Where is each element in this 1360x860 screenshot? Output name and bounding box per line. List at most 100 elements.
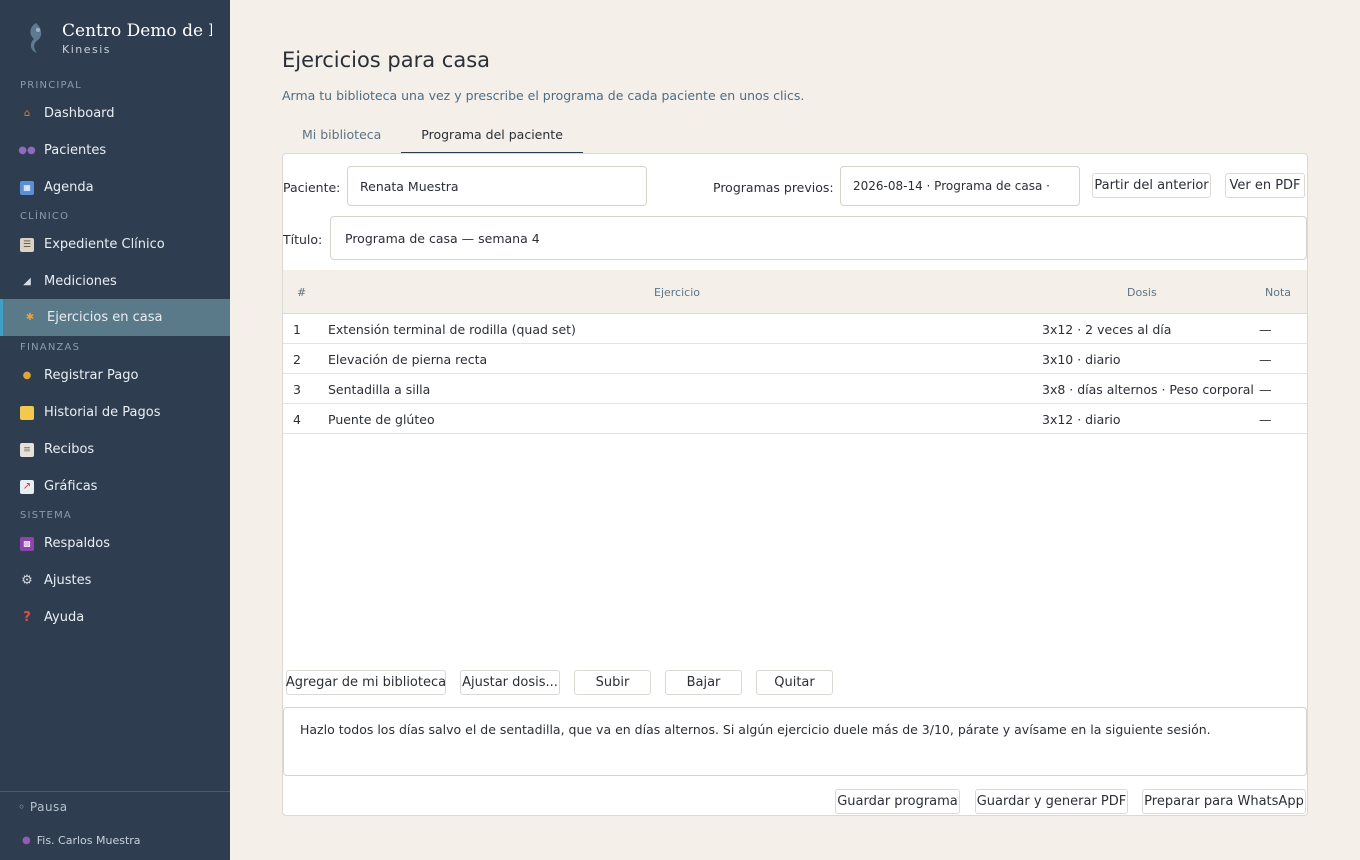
table-row[interactable]: 4 Puente de glúteo 3x12 · diario —	[283, 404, 1307, 434]
brand: Centro Demo de Rehabilitación Kinesis	[20, 20, 212, 56]
sidebar-item-label: Gráficas	[44, 479, 98, 494]
sidebar-item-graficas[interactable]: ↗ Gráficas	[0, 468, 230, 505]
from-previous-button[interactable]: Partir del anterior	[1092, 173, 1211, 198]
row-dose: 3x10 · diario	[1042, 352, 1121, 367]
gear-icon: ⚙	[21, 573, 33, 588]
house-icon: ⌂	[23, 108, 31, 119]
col-dose-header: Dosis	[1127, 286, 1157, 299]
add-from-library-button[interactable]: Agregar de mi biblioteca	[286, 670, 446, 695]
sidebar-item-pacientes[interactable]: ●● Pacientes	[0, 132, 230, 169]
row-dose: 3x12 · diario	[1042, 412, 1121, 427]
sidebar-item-respaldos[interactable]: ▩ Respaldos	[0, 525, 230, 562]
brand-logo-icon	[20, 20, 52, 56]
move-down-button[interactable]: Bajar	[665, 670, 742, 695]
calendar-icon: ▦	[20, 180, 34, 195]
user-icon: ●	[22, 835, 31, 846]
row-exercise: Sentadilla a silla	[328, 382, 431, 397]
sidebar-item-label: Ayuda	[44, 610, 85, 625]
money-bag-icon: ●	[22, 370, 32, 381]
tab-programa-paciente[interactable]: Programa del paciente	[401, 122, 583, 154]
sidebar-item-registrar-pago[interactable]: ● Registrar Pago	[0, 357, 230, 394]
sidebar-item-ajustes[interactable]: ⚙ Ajustes	[0, 562, 230, 599]
row-dose: 3x12 · 2 veces al día	[1042, 322, 1172, 337]
row-exercise: Extensión terminal de rodilla (quad set)	[328, 322, 576, 337]
previous-programs-label: Programas previos:	[713, 180, 834, 195]
row-note: —	[1259, 322, 1272, 337]
row-num: 3	[293, 382, 301, 397]
row-note: —	[1259, 352, 1272, 367]
tab-mi-biblioteca[interactable]: Mi biblioteca	[282, 122, 401, 154]
status-pause[interactable]: ◦ Pausa	[18, 800, 68, 814]
sidebar-item-label: Historial de Pagos	[44, 405, 161, 420]
view-pdf-button[interactable]: Ver en PDF	[1225, 173, 1305, 198]
previous-programs-select[interactable]: 2026-08-14 · Programa de casa ·	[840, 166, 1080, 206]
sidebar-item-ayuda[interactable]: ? Ayuda	[0, 599, 230, 636]
sidebar-item-label: Agenda	[44, 180, 94, 195]
sidebar-item-label: Registrar Pago	[44, 368, 139, 383]
row-num: 4	[293, 412, 301, 427]
nav-section-clinico: CLÍNICO	[20, 211, 70, 222]
table-row[interactable]: 1 Extensión terminal de rodilla (quad se…	[283, 314, 1307, 344]
sidebar-item-label: Ejercicios en casa	[47, 310, 163, 325]
col-num-header: #	[297, 286, 307, 299]
clipboard-icon: ☰	[20, 237, 34, 252]
title-input[interactable]: Programa de casa — semana 4	[330, 216, 1307, 260]
col-note-header: Nota	[1265, 286, 1292, 299]
sidebar-item-label: Recibos	[44, 442, 95, 457]
row-note: —	[1259, 412, 1272, 427]
save-program-button[interactable]: Guardar programa	[835, 789, 960, 814]
brand-subtitle: Kinesis	[62, 43, 112, 56]
chart-icon: ↗	[20, 479, 34, 494]
sidebar-item-historial-pagos[interactable]: Historial de Pagos	[0, 394, 230, 431]
people-icon: ●●	[18, 145, 36, 156]
sidebar-item-label: Ajustes	[44, 573, 92, 588]
tab-bar: Mi biblioteca Programa del paciente	[282, 122, 583, 154]
row-exercise: Puente de glúteo	[328, 412, 435, 427]
sidebar-item-recibos[interactable]: ≡ Recibos	[0, 431, 230, 468]
row-num: 2	[293, 352, 301, 367]
table-header: # Ejercicio Dosis Nota	[283, 270, 1307, 314]
table-row[interactable]: 3 Sentadilla a silla 3x8 · días alternos…	[283, 374, 1307, 404]
row-exercise: Elevación de pierna recta	[328, 352, 488, 367]
sidebar-item-mediciones[interactable]: ◢ Mediciones	[0, 263, 230, 300]
sidebar-item-expediente[interactable]: ☰ Expediente Clínico	[0, 226, 230, 263]
sidebar-item-label: Mediciones	[44, 274, 117, 289]
adjust-dose-button[interactable]: Ajustar dosis...	[460, 670, 560, 695]
row-note: —	[1259, 382, 1272, 397]
patient-input[interactable]: Renata Muestra	[347, 166, 647, 206]
sidebar-item-label: Pacientes	[44, 143, 107, 158]
program-panel: Paciente: Renata Muestra Programas previ…	[282, 153, 1308, 816]
brand-name: Centro Demo de Rehabilitación	[62, 21, 212, 41]
ruler-icon: ◢	[23, 276, 31, 287]
table-row[interactable]: 2 Elevación de pierna recta 3x10 · diari…	[283, 344, 1307, 374]
nav-section-finanzas: FINANZAS	[20, 342, 81, 353]
ledger-icon	[20, 405, 34, 420]
user-name: Fis. Carlos Muestra	[36, 834, 141, 847]
receipt-icon: ≡	[20, 442, 34, 457]
sidebar: Centro Demo de Rehabilitación Kinesis PR…	[0, 0, 230, 860]
title-label: Título:	[283, 232, 323, 247]
move-up-button[interactable]: Subir	[574, 670, 651, 695]
sidebar-item-ejercicios[interactable]: ✱ Ejercicios en casa	[0, 299, 230, 336]
save-generate-pdf-button[interactable]: Guardar y generar PDF	[975, 789, 1128, 814]
col-exercise-header: Ejercicio	[654, 286, 700, 299]
sidebar-item-agenda[interactable]: ▦ Agenda	[0, 169, 230, 206]
sidebar-item-label: Dashboard	[44, 106, 115, 121]
runner-icon: ✱	[25, 312, 35, 323]
patient-label: Paciente:	[283, 180, 341, 195]
question-icon: ?	[23, 610, 31, 625]
row-dose: 3x8 · días alternos · Peso corporal	[1042, 382, 1254, 397]
sidebar-item-label: Expediente Clínico	[44, 237, 165, 252]
page-subtitle: Arma tu biblioteca una vez y prescribe e…	[282, 88, 805, 103]
nav-section-principal: PRINCIPAL	[20, 80, 82, 91]
sidebar-divider	[0, 791, 230, 792]
remove-button[interactable]: Quitar	[756, 670, 833, 695]
nav-section-sistema: SISTEMA	[20, 510, 72, 521]
page-title: Ejercicios para casa	[282, 48, 491, 72]
sidebar-item-dashboard[interactable]: ⌂ Dashboard	[0, 95, 230, 132]
sidebar-item-label: Respaldos	[44, 536, 111, 551]
current-user[interactable]: ● Fis. Carlos Muestra	[22, 834, 141, 847]
row-num: 1	[293, 322, 301, 337]
patient-notes-textarea[interactable]: Hazlo todos los días salvo el de sentadi…	[283, 707, 1307, 776]
prepare-whatsapp-button[interactable]: Preparar para WhatsApp	[1142, 789, 1306, 814]
